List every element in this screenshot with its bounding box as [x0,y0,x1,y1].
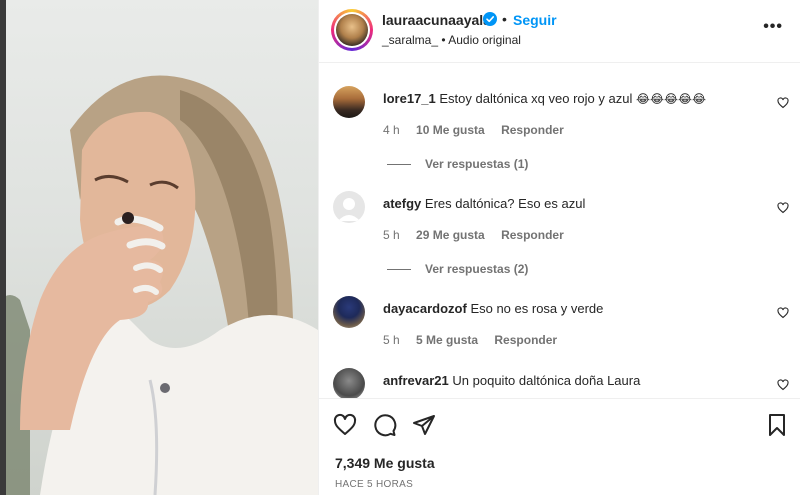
author-username[interactable]: lauraacunaayala [382,12,491,28]
comment-likes[interactable]: 29 Me gusta [416,228,485,242]
comment-icon[interactable] [373,413,397,437]
reply-button[interactable]: Responder [494,333,557,347]
comment-time: 5 h [383,228,400,242]
comment-text: Eres daltónica? Eso es azul [424,196,586,211]
comment-body: lore17_1 Estoy daltónica xq veo rojo y a… [383,91,706,106]
commenter-username[interactable]: dayacardozof [383,301,467,316]
comment-body: dayacardozof Eso no es rosa y verde [383,301,603,316]
verified-badge-icon [483,12,497,26]
reply-button[interactable]: Responder [501,228,564,242]
comment-time: 4 h [383,123,400,137]
bookmark-icon[interactable] [765,413,789,437]
post-header: lauraacunaayala • Seguir _saralma_ • Aud… [319,0,800,63]
instagram-post-view: lauraacunaayala • Seguir _saralma_ • Aud… [0,0,800,495]
author-avatar[interactable] [331,9,373,51]
comment-body: anfrevar21 Un poquito daltónica doña Lau… [383,373,640,388]
default-avatar-icon [338,198,360,221]
view-replies-button[interactable]: Ver respuestas (2) [387,262,528,276]
comment-like-heart-icon[interactable] [777,97,789,109]
comment-time: 5 h [383,333,400,347]
commenter-avatar[interactable] [333,191,365,223]
commenter-username[interactable]: atefgy [383,196,421,211]
commenter-avatar[interactable] [333,86,365,118]
comment-likes[interactable]: 10 Me gusta [416,123,485,137]
heart-icon[interactable] [333,413,357,437]
more-options-icon[interactable]: ••• [763,18,783,36]
comment-like-heart-icon[interactable] [777,307,789,319]
comment-meta: 5 h 5 Me gusta Responder [383,333,570,347]
post-actions: 7,349 Me gusta HACE 5 HORAS [319,398,800,495]
view-replies-button[interactable]: Ver respuestas (1) [387,157,528,171]
author-avatar-photo [336,14,368,46]
replies-divider [387,164,411,166]
view-replies-label: Ver respuestas (1) [425,157,529,171]
commenter-username[interactable]: lore17_1 [383,91,436,106]
comment-text: Eso no es rosa y verde [470,301,604,316]
comment-like-heart-icon[interactable] [777,379,789,391]
window-edge [0,0,6,495]
commenter-username[interactable]: anfrevar21 [383,373,449,388]
comment-text: Un poquito daltónica doña Laura [452,373,641,388]
comments-list: lore17_1 Estoy daltónica xq veo rojo y a… [319,64,800,398]
commenter-avatar[interactable] [333,368,365,398]
comment-body: atefgy Eres daltónica? Eso es azul [383,196,585,211]
share-icon[interactable] [412,413,436,437]
comment-meta: 5 h 29 Me gusta Responder [383,228,577,242]
post-details-panel: lauraacunaayala • Seguir _saralma_ • Aud… [318,0,800,495]
post-likes-count[interactable]: 7,349 Me gusta [335,455,435,471]
replies-divider [387,269,411,271]
view-replies-label: Ver respuestas (2) [425,262,529,276]
follow-button[interactable]: Seguir [513,12,557,28]
comment-like-heart-icon[interactable] [777,202,789,214]
commenter-avatar[interactable] [333,296,365,328]
post-video[interactable] [0,0,318,495]
audio-info[interactable]: _saralma_ • Audio original [382,33,521,47]
post-timestamp: HACE 5 HORAS [335,479,414,490]
reply-button[interactable]: Responder [501,123,564,137]
comment-text: Estoy daltónica xq veo rojo y azul [439,91,633,106]
header-separator: • [502,11,507,27]
video-frame-image [0,75,318,495]
comment-emojis: 😂😂😂😂😂 [635,92,707,106]
comment-likes[interactable]: 5 Me gusta [416,333,478,347]
comment-meta: 4 h 10 Me gusta Responder [383,123,577,137]
